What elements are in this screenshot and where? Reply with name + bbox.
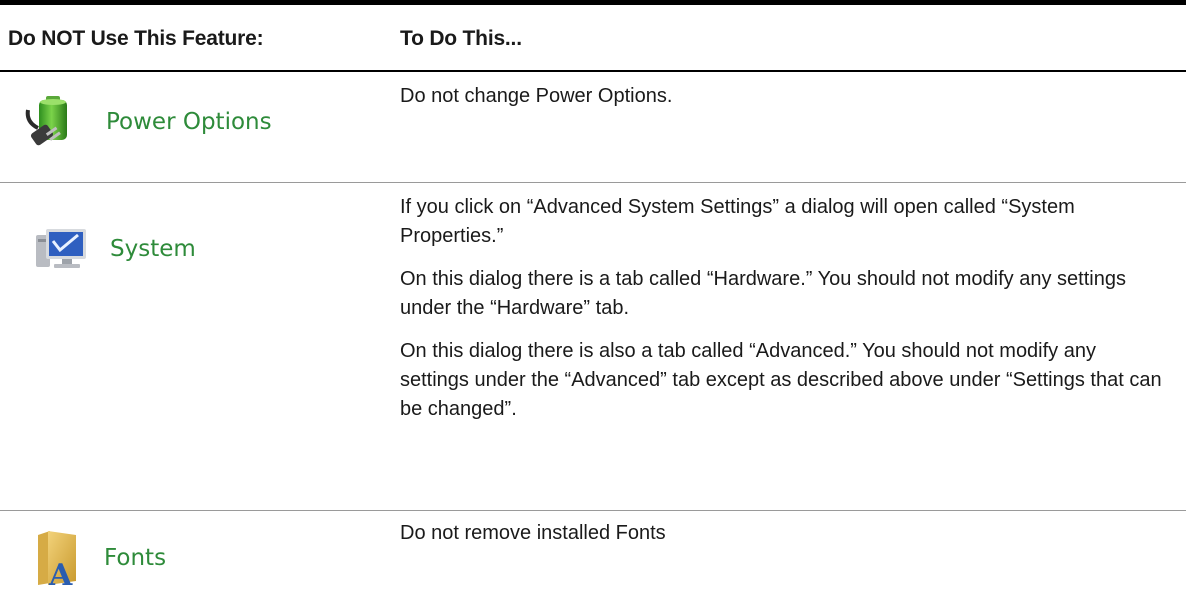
table-row-system: System If you click on “Advanced System … (0, 183, 1186, 510)
power-options-icon (24, 92, 84, 152)
description-paragraph: If you click on “Advanced System Setting… (400, 196, 1075, 247)
feature-label: Fonts (104, 545, 167, 571)
feature-system: System (34, 225, 196, 273)
header-feature-column: Do NOT Use This Feature: (8, 27, 264, 50)
table-row-fonts: A Fonts Do not remove installed Fonts (0, 511, 1186, 599)
header-action-column: To Do This... (400, 27, 522, 50)
fonts-folder-icon: A (34, 529, 80, 587)
description-paragraph: On this dialog there is a tab called “Ha… (400, 268, 1126, 319)
feature-power-options: Power Options (24, 92, 272, 152)
row-description: Do not change Power Options. (400, 82, 1170, 125)
feature-fonts: A Fonts (34, 529, 166, 587)
row-description: If you click on “Advanced System Setting… (400, 193, 1170, 438)
system-icon (34, 225, 90, 273)
row-description: Do not remove installed Fonts (400, 519, 1170, 562)
description-paragraph: Do not remove installed Fonts (400, 522, 666, 544)
table-header: Do NOT Use This Feature: To Do This... (0, 5, 1186, 71)
table-row-power-options: Power Options Do not change Power Option… (0, 72, 1186, 182)
description-paragraph: Do not change Power Options. (400, 85, 673, 107)
feature-label: System (110, 236, 196, 262)
description-paragraph: On this dialog there is also a tab calle… (400, 340, 1162, 420)
svg-text:A: A (48, 558, 73, 587)
feature-label: Power Options (106, 109, 272, 135)
